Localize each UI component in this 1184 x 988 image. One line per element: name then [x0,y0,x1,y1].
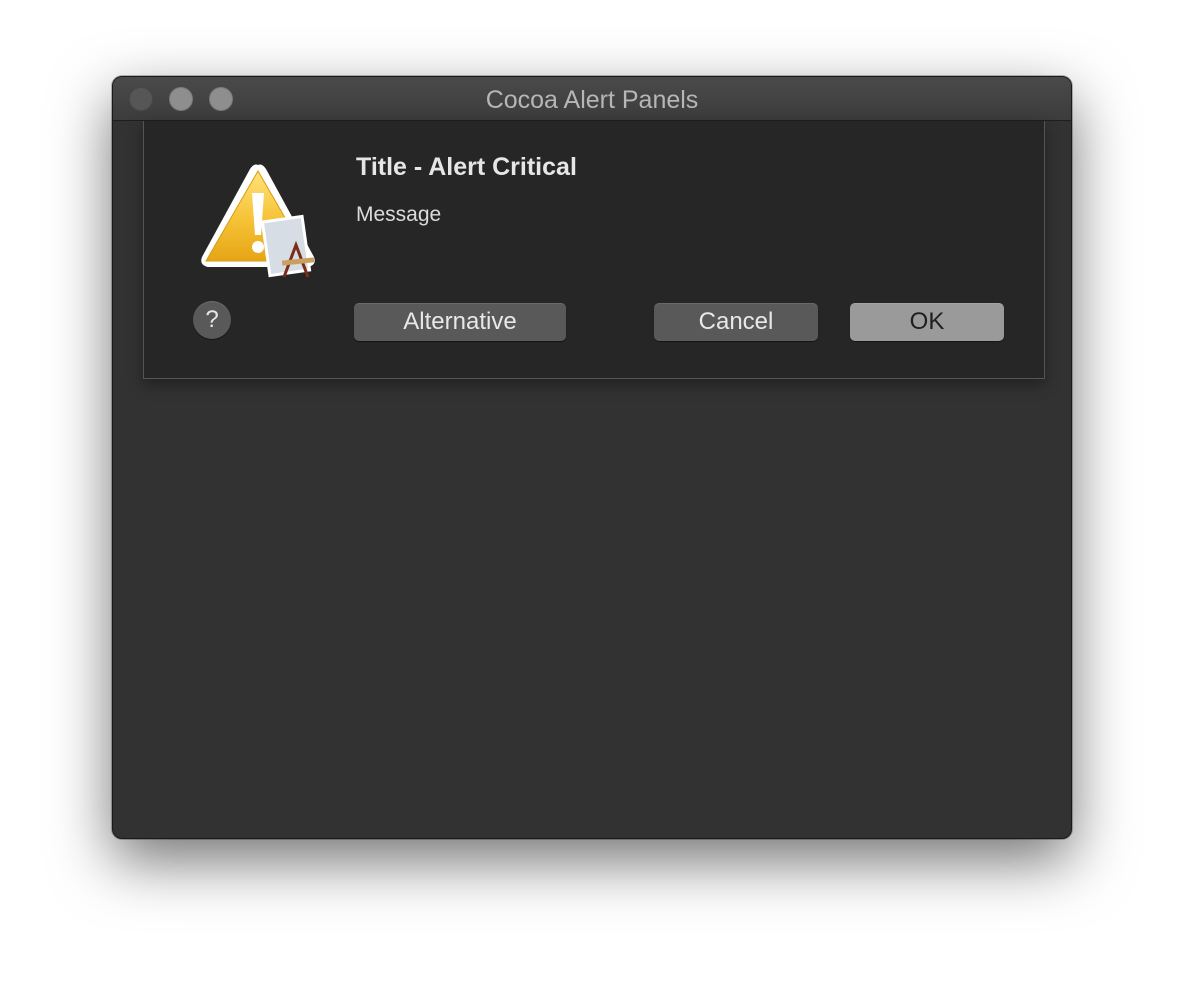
cancel-button[interactable]: Cancel [654,303,818,341]
ok-button[interactable]: OK [850,303,1004,341]
alert-title: Title - Alert Critical [356,153,577,181]
title-bar[interactable]: Cocoa Alert Panels [113,77,1071,121]
help-button[interactable]: ? [193,301,231,339]
app-window: Cocoa Alert Panels Title - Alert Critica… [112,76,1072,839]
alternative-button[interactable]: Alternative [354,303,566,341]
caution-icon [201,164,315,278]
alert-message: Message [356,203,442,226]
alert-sheet: Title - Alert Critical Message ? Alterna… [143,121,1045,379]
window-title: Cocoa Alert Panels [485,86,699,114]
